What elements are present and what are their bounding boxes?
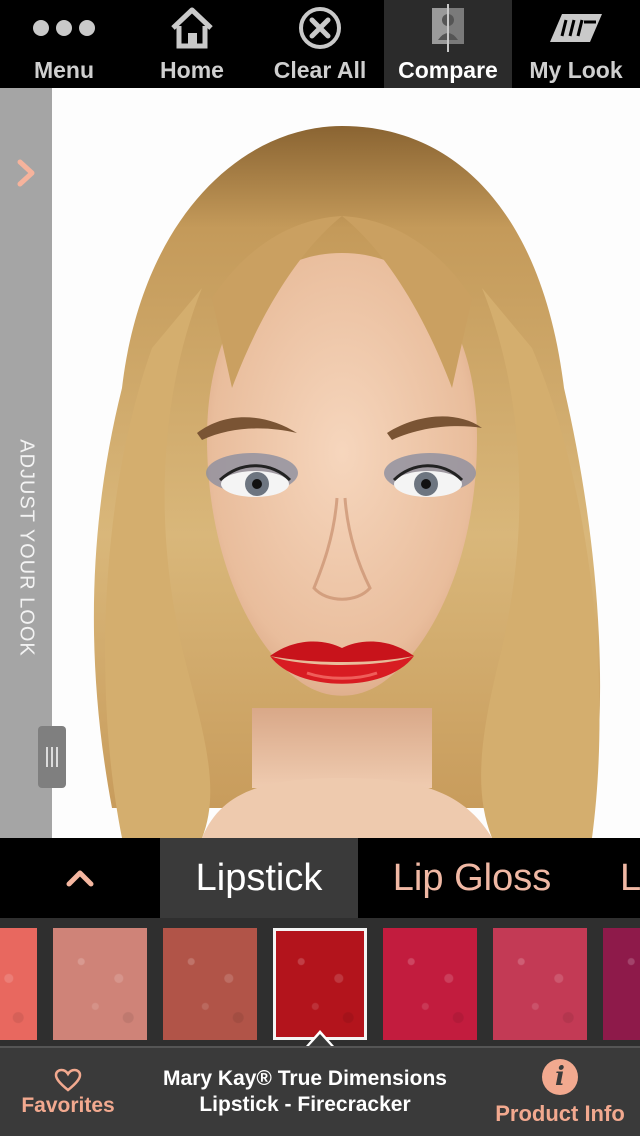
home-button[interactable]: Home	[128, 0, 256, 88]
my-look-label: My Look	[529, 57, 623, 83]
info-icon: i	[542, 1059, 578, 1095]
shade-swatch[interactable]	[493, 928, 587, 1040]
compare-button[interactable]: Compare	[384, 0, 512, 88]
model-face-image	[93, 126, 601, 838]
heart-outline-icon	[54, 1068, 82, 1092]
shade-swatch[interactable]	[163, 928, 257, 1040]
product-name-line2: Lipstick - Firecracker	[199, 1093, 411, 1116]
menu-button[interactable]: Menu	[0, 0, 128, 88]
my-look-button[interactable]: My Look	[512, 0, 640, 88]
shade-swatch[interactable]	[0, 928, 37, 1040]
tab-lip-gloss-label: Lip Gloss	[392, 856, 552, 899]
selected-shade-pointer-fill	[309, 1034, 331, 1046]
category-tabs: Lipstick Lip Gloss L	[0, 838, 640, 918]
menu-label: Menu	[33, 57, 95, 83]
favorites-button[interactable]: Favorites	[0, 1048, 136, 1136]
home-icon	[169, 0, 215, 56]
shade-swatch-strip	[0, 918, 640, 1046]
tab-lipstick[interactable]: Lipstick	[160, 838, 358, 918]
collapse-tray-button[interactable]	[0, 838, 160, 918]
product-name-line1: Mary Kay® True Dimensions	[163, 1067, 447, 1090]
tab-next-partial[interactable]: L	[586, 838, 640, 918]
product-info-label: Product Info	[495, 1101, 625, 1126]
favorites-label: Favorites	[21, 1094, 115, 1117]
tab-lipstick-label: Lipstick	[195, 856, 323, 899]
tab-lip-gloss[interactable]: Lip Gloss	[358, 838, 586, 918]
compare-split-face-icon	[428, 0, 468, 56]
shade-swatch[interactable]	[383, 928, 477, 1040]
panel-drag-handle[interactable]	[38, 726, 66, 788]
bottom-bar: Favorites Mary Kay® True Dimensions Lips…	[0, 1046, 640, 1136]
chevron-up-icon	[66, 870, 94, 887]
model-photo	[52, 88, 640, 838]
clear-all-button[interactable]: Clear All	[256, 0, 384, 88]
adjust-your-look-label: ADJUST YOUR LOOK	[15, 439, 38, 657]
clear-circle-x-icon	[297, 0, 343, 56]
product-name: Mary Kay® True Dimensions Lipstick - Fir…	[140, 1066, 470, 1118]
clear-all-label: Clear All	[273, 57, 367, 83]
more-dots-icon	[31, 0, 97, 56]
top-nav-bar: Menu Home Clear All Compare My Look	[0, 0, 640, 88]
my-look-brand-icon	[548, 0, 604, 56]
product-info-button[interactable]: i Product Info	[480, 1048, 640, 1136]
compare-label: Compare	[398, 57, 498, 83]
shade-swatch[interactable]	[273, 928, 367, 1040]
chevron-right-icon[interactable]	[14, 156, 38, 190]
tab-next-partial-label: L	[620, 856, 640, 899]
shade-swatch[interactable]	[53, 928, 147, 1040]
shade-swatch[interactable]	[603, 928, 640, 1040]
home-label: Home	[160, 57, 224, 83]
